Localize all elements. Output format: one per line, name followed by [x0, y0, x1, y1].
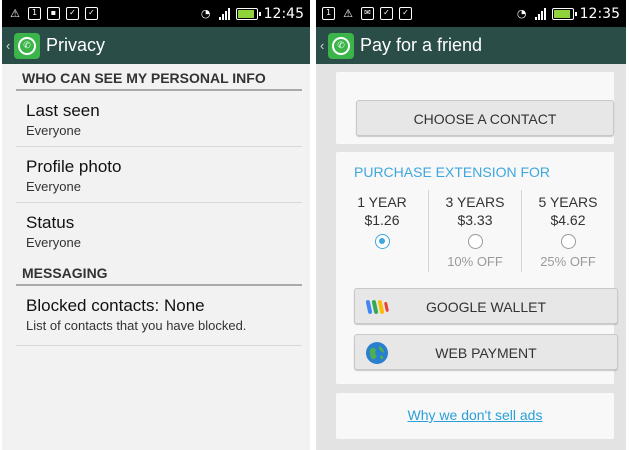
- plan-name: 3 YEARS: [445, 194, 505, 210]
- section-header-personal-info: WHO CAN SEE MY PERSONAL INFO: [16, 64, 302, 91]
- plan-radio[interactable]: [560, 234, 576, 249]
- task-check-icon-2: ✓: [85, 7, 98, 20]
- google-wallet-icon: [365, 300, 389, 314]
- why-no-ads-card: Why we don't sell ads: [336, 393, 614, 439]
- plan-radio[interactable]: [467, 234, 483, 249]
- discount-label: 10% OFF: [447, 254, 503, 269]
- plan-options: 1 YEAR $1.26 3 YEARS $3.33 10% OFF 5 YEA…: [336, 190, 614, 272]
- back-chevron-icon[interactable]: ‹: [6, 38, 14, 53]
- status-bar: ⚠ 1 ▪ ✓ ✓ ◔ 12:45: [2, 0, 310, 27]
- setting-value: Everyone: [26, 235, 81, 250]
- section-header-messaging: MESSAGING: [16, 259, 302, 286]
- page-title: Privacy: [46, 35, 106, 55]
- privacy-screen: ⚠ 1 ▪ ✓ ✓ ◔ 12:45 ‹ ✆ Privacy WHO CAN SE…: [2, 0, 310, 450]
- purchase-extension-label: PURCHASE EXTENSION FOR: [354, 164, 551, 180]
- setting-title: Blocked contacts: None: [26, 296, 205, 315]
- task-check-icon-2: ✓: [399, 7, 412, 20]
- plan-name: 1 YEAR: [357, 194, 407, 210]
- task-check-icon: ✓: [66, 7, 79, 20]
- calendar-icon: 1: [322, 7, 335, 20]
- plan-5-years[interactable]: 5 YEARS $4.62 25% OFF: [521, 190, 614, 272]
- action-bar: ‹ ✆ Privacy: [2, 27, 310, 64]
- action-bar: ‹ ✆ Pay for a friend: [316, 27, 626, 64]
- discount-label: 25% OFF: [540, 254, 596, 269]
- plan-price: $4.62: [550, 212, 586, 228]
- choose-contact-button[interactable]: CHOOSE A CONTACT: [356, 100, 614, 136]
- setting-last-seen[interactable]: Last seen Everyone: [16, 91, 302, 147]
- plan-price: $1.26: [364, 212, 400, 228]
- whatsapp-logo-icon[interactable]: ✆: [328, 32, 354, 59]
- plan-3-years[interactable]: 3 YEARS $3.33 10% OFF: [428, 190, 521, 272]
- status-bar: 1 ⚠ ✉ ✓ ✓ ◔ 12:35: [316, 0, 626, 27]
- plan-1-year[interactable]: 1 YEAR $1.26: [336, 190, 428, 272]
- google-wallet-label: GOOGLE WALLET: [425, 299, 547, 315]
- purchase-card: PURCHASE EXTENSION FOR 1 YEAR $1.26 3 YE…: [336, 152, 618, 384]
- setting-title: Status: [26, 213, 75, 232]
- globe-icon: [366, 342, 388, 364]
- image-icon: ▪: [47, 7, 60, 20]
- wifi-icon: ◔: [516, 6, 527, 20]
- signal-icon: [218, 7, 230, 20]
- clock: 12:45: [263, 5, 304, 22]
- battery-icon: [551, 7, 577, 20]
- why-no-ads-link[interactable]: Why we don't sell ads: [336, 407, 614, 423]
- warning-icon: ⚠: [343, 6, 353, 20]
- choose-contact-card: CHOOSE A CONTACT: [336, 72, 614, 144]
- whatsapp-logo-icon[interactable]: ✆: [14, 32, 40, 59]
- plan-radio-selected[interactable]: [374, 234, 390, 249]
- setting-status[interactable]: Status Everyone: [16, 203, 302, 259]
- web-payment-button[interactable]: WEB PAYMENT: [354, 334, 618, 370]
- plan-name: 5 YEARS: [538, 194, 598, 210]
- pay-for-friend-screen: 1 ⚠ ✉ ✓ ✓ ◔ 12:35 ‹ ✆ Pay for a friend C…: [316, 0, 626, 450]
- setting-title: Last seen: [26, 101, 100, 120]
- battery-icon: [235, 7, 261, 20]
- setting-title: Profile photo: [26, 157, 122, 176]
- calendar-icon: 1: [28, 7, 41, 20]
- setting-profile-photo[interactable]: Profile photo Everyone: [16, 147, 302, 203]
- plan-price: $3.33: [457, 212, 493, 228]
- google-wallet-button[interactable]: GOOGLE WALLET: [354, 288, 618, 324]
- page-title: Pay for a friend: [360, 35, 483, 55]
- wifi-icon: ◔: [200, 6, 211, 20]
- clock: 12:35: [579, 5, 620, 22]
- back-chevron-icon[interactable]: ‹: [320, 38, 328, 53]
- mail-icon: ✉: [361, 7, 374, 20]
- setting-value: Everyone: [26, 123, 81, 138]
- warning-icon: ⚠: [10, 6, 20, 20]
- setting-value: List of contacts that you have blocked.: [26, 318, 247, 333]
- web-payment-label: WEB PAYMENT: [435, 345, 537, 361]
- signal-icon: [534, 7, 546, 20]
- setting-value: Everyone: [26, 179, 81, 194]
- setting-blocked-contacts[interactable]: Blocked contacts: None List of contacts …: [16, 286, 302, 346]
- task-check-icon: ✓: [380, 7, 393, 20]
